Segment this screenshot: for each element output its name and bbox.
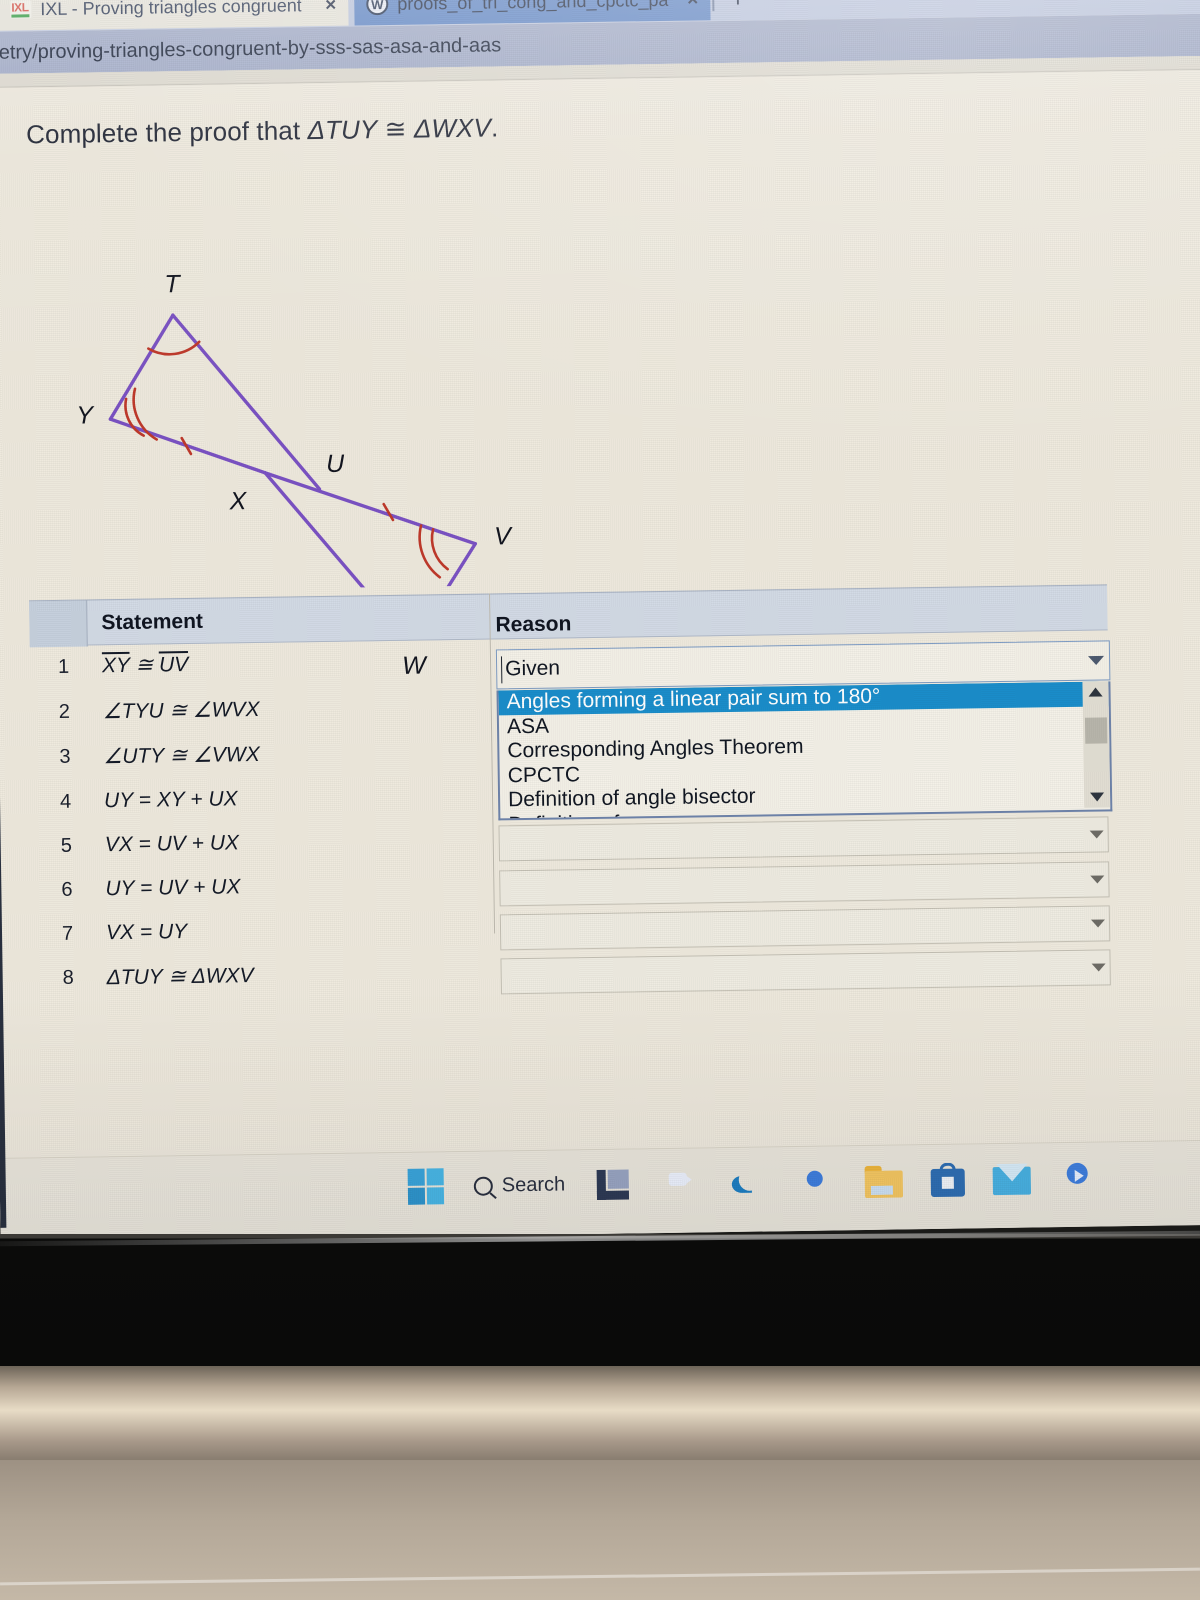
geometry-figure: T Y X U V W — [45, 155, 551, 680]
chevron-down-icon[interactable] — [1091, 963, 1106, 972]
laptop-hinge — [0, 1366, 1200, 1462]
vertex-label-V: V — [493, 522, 512, 551]
tab-divider — [712, 0, 715, 12]
file-explorer-icon[interactable] — [864, 1165, 904, 1199]
lenovo-icon[interactable] — [593, 1163, 634, 1204]
header-reason: Reason — [495, 612, 572, 637]
zoom-icon[interactable] — [661, 1162, 702, 1203]
prompt-triangle-2: ΔWXV — [413, 112, 492, 144]
chevron-down-icon[interactable] — [1089, 830, 1104, 839]
vertex-label-U: U — [325, 449, 345, 478]
ixl-icon: IXL — [10, 0, 32, 19]
row-statement: UY = XY + UX — [103, 787, 238, 813]
chevron-down-icon[interactable] — [1090, 919, 1106, 928]
search-label: Search — [501, 1172, 566, 1196]
reason-dropdown-options-list[interactable]: Angles forming a linear pair sum to 180°… — [496, 681, 1113, 821]
reason-dropdown-row-5[interactable] — [498, 816, 1109, 862]
edge-icon[interactable] — [729, 1161, 770, 1202]
word-doc-icon: W — [366, 0, 389, 16]
column-divider — [489, 593, 496, 934]
row-number: 3 — [59, 745, 71, 768]
laptop-photo: IXL IXL - Proving triangles congruent × … — [0, 0, 1200, 1600]
row-statement: UY = UV + UX — [105, 875, 241, 901]
row-number: 7 — [61, 922, 74, 945]
row-number: 4 — [59, 790, 72, 813]
row-number: 6 — [61, 878, 73, 901]
browser-tab-ixl[interactable]: IXL IXL - Proving triangles congruent × — [0, 0, 349, 31]
reason-dropdown-row-8[interactable] — [500, 949, 1111, 995]
reason-dropdown-value: Given — [504, 656, 561, 681]
row-statement: XY ≅ UV — [101, 653, 189, 678]
prompt-congruent-symbol: ≅ — [377, 113, 415, 145]
google-meet-icon[interactable] — [1059, 1157, 1100, 1198]
row-statement: VX = UV + UX — [104, 831, 240, 857]
chevron-down-icon[interactable] — [1088, 655, 1105, 666]
row-statement: ∠TYU ≅ ∠WVX — [102, 697, 260, 724]
proof-table: Statement Reason 1 XY ≅ UV 2 ∠TYU ≅ ∠WVX… — [29, 584, 1113, 1010]
page-title: Complete the proof that ΔTUY ≅ ΔWXV. — [26, 112, 499, 150]
row-number: 2 — [58, 700, 71, 723]
row-statement: VX = UY — [105, 920, 188, 945]
vertex-label-X: X — [229, 487, 247, 516]
header-number-col — [29, 600, 88, 648]
tab-title: IXL - Proving triangles congruent — [40, 0, 302, 19]
laptop-screen: IXL IXL - Proving triangles congruent × … — [0, 0, 1200, 1243]
close-icon[interactable]: × — [687, 0, 698, 10]
segment-TY — [108, 313, 175, 421]
angle-mark-V-2 — [418, 524, 442, 579]
text-caret — [500, 656, 503, 684]
segment-XW — [263, 471, 414, 593]
vertex-label-Y: Y — [76, 401, 94, 430]
scrollbar-thumb[interactable] — [1084, 717, 1108, 744]
reason-dropdown-row-7[interactable] — [499, 905, 1111, 951]
triangles-svg — [108, 313, 477, 593]
header-statement: Statement — [101, 609, 204, 635]
scroll-down-icon[interactable] — [1090, 792, 1105, 802]
row-number: 8 — [62, 966, 74, 989]
search-icon — [473, 1176, 493, 1196]
scroll-up-icon[interactable] — [1088, 687, 1103, 697]
dropdown-scrollbar[interactable] — [1082, 681, 1111, 808]
row-number: 1 — [57, 655, 70, 678]
taskbar-search[interactable]: Search — [473, 1172, 566, 1197]
prompt-triangle-1: ΔTUY — [307, 114, 378, 146]
laptop-deck — [0, 1460, 1200, 1600]
laptop-bezel — [0, 1230, 1200, 1368]
row-number: 5 — [60, 834, 73, 857]
tab-title: proofs_of_tri_cong_and_cpctc_pa — [397, 0, 669, 14]
url-text: ometry/proving-triangles-congruent-by-ss… — [0, 33, 502, 64]
reason-dropdown-row-6[interactable] — [499, 861, 1110, 907]
page-content: Complete the proof that ΔTUY ≅ ΔWXV. T Y… — [0, 69, 1200, 1158]
windows-taskbar: Search — [0, 1139, 1200, 1243]
row-statement: ΔTUY ≅ ΔWXV — [106, 964, 254, 990]
chevron-down-icon[interactable] — [1090, 875, 1105, 884]
prompt-suffix: . — [490, 112, 499, 143]
new-tab-button[interactable]: + — [730, 0, 746, 13]
mail-icon[interactable] — [992, 1166, 1032, 1195]
close-icon[interactable]: × — [325, 0, 336, 15]
start-icon[interactable] — [406, 1166, 447, 1207]
prompt-prefix: Complete the proof that — [25, 115, 308, 150]
row-statement: ∠UTY ≅ ∠VWX — [103, 742, 260, 769]
chrome-icon[interactable] — [797, 1160, 838, 1201]
vertex-label-T: T — [164, 270, 180, 299]
microsoft-store-icon[interactable] — [931, 1162, 966, 1198]
